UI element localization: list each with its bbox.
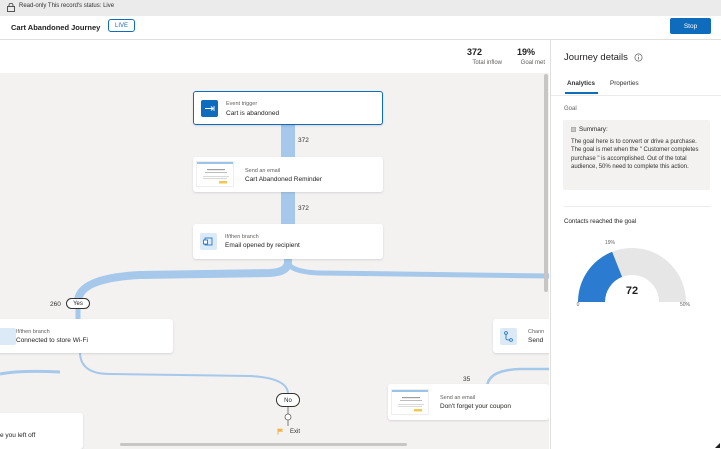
branch-node[interactable]: If/then branch Email opened by recipient (193, 224, 383, 259)
email-thumbnail (196, 161, 234, 187)
email-title: e you left off (0, 432, 36, 439)
horizontal-scrollbar[interactable] (120, 443, 407, 446)
flow-count: 35 (463, 376, 471, 383)
journey-details-panel: Journey details Analytics Properties Goa… (550, 40, 721, 449)
journey-header: Cart Abandoned Journey LIVE Stop (0, 16, 721, 40)
active-tab-indicator (565, 92, 598, 94)
trigger-subtitle: Event trigger (226, 101, 258, 107)
flag-icon (277, 428, 283, 435)
branch-title: Email opened by recipient (225, 242, 300, 249)
branch-subtitle: If/then branch (225, 234, 259, 240)
gauge-min-label: 0 (577, 302, 580, 308)
email-thumbnail (391, 389, 429, 415)
gauge-max-label: 50% (680, 302, 691, 308)
resize-grip-icon (715, 443, 720, 448)
vertical-scrollbar[interactable] (544, 74, 548, 292)
tab-analytics[interactable]: Analytics (567, 80, 595, 87)
section-divider (564, 206, 711, 207)
goal-label: Goal (564, 106, 577, 112)
summary-text: The goal here is to convert or drive a p… (571, 139, 699, 171)
flow-count: 372 (298, 205, 309, 212)
readonly-status-text: Read-only This record's status: Live (19, 3, 115, 9)
tab-properties[interactable]: Properties (610, 80, 639, 87)
tabs-divider (551, 95, 721, 96)
info-icon[interactable] (634, 53, 643, 62)
yes-pill[interactable]: Yes (66, 298, 90, 309)
email-title: Cart Abandoned Reminder (245, 176, 322, 183)
gauge-value: 72 (626, 285, 638, 297)
branch-node[interactable]: If/then branch Connected to store Wi-Fi (0, 319, 173, 353)
email-title: Don't forget your coupon (440, 403, 511, 410)
lock-icon (7, 3, 15, 12)
contacts-reached-label: Contacts reached the goal (564, 218, 637, 225)
branch-icon (0, 328, 16, 345)
summary-heading: Summary: (579, 126, 608, 133)
email-subtitle: Send an email (440, 395, 476, 401)
status-badge: LIVE (108, 19, 135, 32)
journey-title: Cart Abandoned Journey (11, 23, 101, 32)
no-pill[interactable]: No (276, 393, 300, 407)
panel-title: Journey details (564, 52, 628, 63)
arrow-right-to-bar-icon (201, 100, 218, 117)
summary-box: Summary: The goal here is to convert or … (563, 120, 710, 190)
channel-node[interactable]: Chann Send (493, 319, 549, 353)
goal-gauge: 72 0 50% 19% (577, 240, 691, 308)
summary-icon (571, 127, 576, 132)
gauge-marker-label: 19% (605, 240, 616, 246)
channel-branch-icon (500, 328, 517, 345)
trigger-node[interactable]: Event trigger Cart is abandoned (193, 91, 383, 125)
channel-title: Send (528, 337, 544, 344)
email-subtitle: Send an email (245, 168, 281, 174)
readonly-bar: Read-only This record's status: Live (0, 0, 721, 17)
branch-title: Connected to store Wi-Fi (16, 337, 88, 344)
branch-icon (200, 233, 217, 250)
flow-count: 260 (50, 301, 61, 308)
email-node[interactable]: e you left off (0, 413, 83, 449)
channel-subtitle: Chann (528, 329, 545, 335)
exit-label: Exit (290, 429, 301, 435)
email-node[interactable]: Send an email Cart Abandoned Reminder (193, 157, 383, 192)
stop-button[interactable]: Stop (670, 18, 711, 34)
flow-count: 372 (298, 137, 309, 144)
trigger-title: Cart is abandoned (226, 110, 280, 117)
journey-canvas[interactable]: 372 Total inflow 19% Goal met Event trig… (0, 40, 549, 449)
branch-subtitle: If/then branch (16, 329, 50, 335)
email-node[interactable]: Send an email Don't forget your coupon (388, 384, 549, 420)
